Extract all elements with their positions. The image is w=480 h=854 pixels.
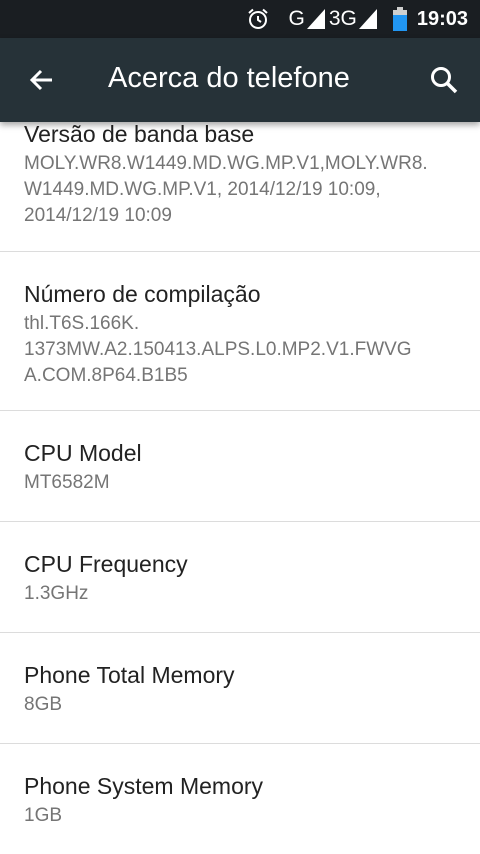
setting-summary: MOLY.WR8.W1449.MD.WG.MP.V1,MOLY.WR8. W14…	[24, 153, 428, 226]
setting-summary: 1GB	[24, 805, 63, 826]
status-bar: G 3G 19:03	[0, 0, 480, 38]
setting-title: Versão de banda base	[24, 122, 255, 147]
setting-summary: MT6582M	[24, 472, 110, 493]
setting-title: CPU Frequency	[24, 551, 188, 577]
alarm-clock-icon	[246, 7, 270, 31]
network-type-g: G	[288, 7, 305, 30]
setting-summary: 1.3GHz	[24, 583, 89, 604]
status-time: 19:03	[416, 7, 468, 30]
setting-title: Número de compilação	[24, 281, 261, 307]
setting-summary: thl.T6S.166K. 1373MW.A2.150413.ALPS.L0.M…	[24, 313, 412, 386]
setting-phone-system-memory[interactable]: Phone System Memory 1GB	[0, 744, 480, 854]
setting-baseband-version[interactable]: Versão de banda base MOLY.WR8.W1449.MD.W…	[0, 122, 480, 252]
setting-cpu-frequency[interactable]: CPU Frequency 1.3GHz	[0, 522, 480, 633]
setting-title: Phone System Memory	[24, 773, 264, 799]
signal-strength-icon	[306, 9, 325, 29]
network-type-3g: 3G	[328, 7, 357, 30]
signal-strength-icon-2	[358, 9, 377, 29]
setting-phone-total-memory[interactable]: Phone Total Memory 8GB	[0, 633, 480, 744]
settings-list[interactable]: Versão de banda base MOLY.WR8.W1449.MD.W…	[0, 122, 480, 854]
setting-cpu-model[interactable]: CPU Model MT6582M	[0, 411, 480, 522]
setting-title: Phone Total Memory	[24, 662, 235, 688]
setting-summary: 8GB	[24, 694, 63, 715]
setting-title: CPU Model	[24, 440, 142, 466]
battery-icon	[392, 7, 407, 31]
search-icon[interactable]	[428, 64, 460, 96]
setting-build-number[interactable]: Número de compilação thl.T6S.166K. 1373M…	[0, 252, 480, 411]
page-title: Acerca do telefone	[108, 62, 350, 94]
arrow-back-icon[interactable]	[26, 64, 58, 96]
app-bar: Acerca do telefone	[0, 38, 480, 122]
